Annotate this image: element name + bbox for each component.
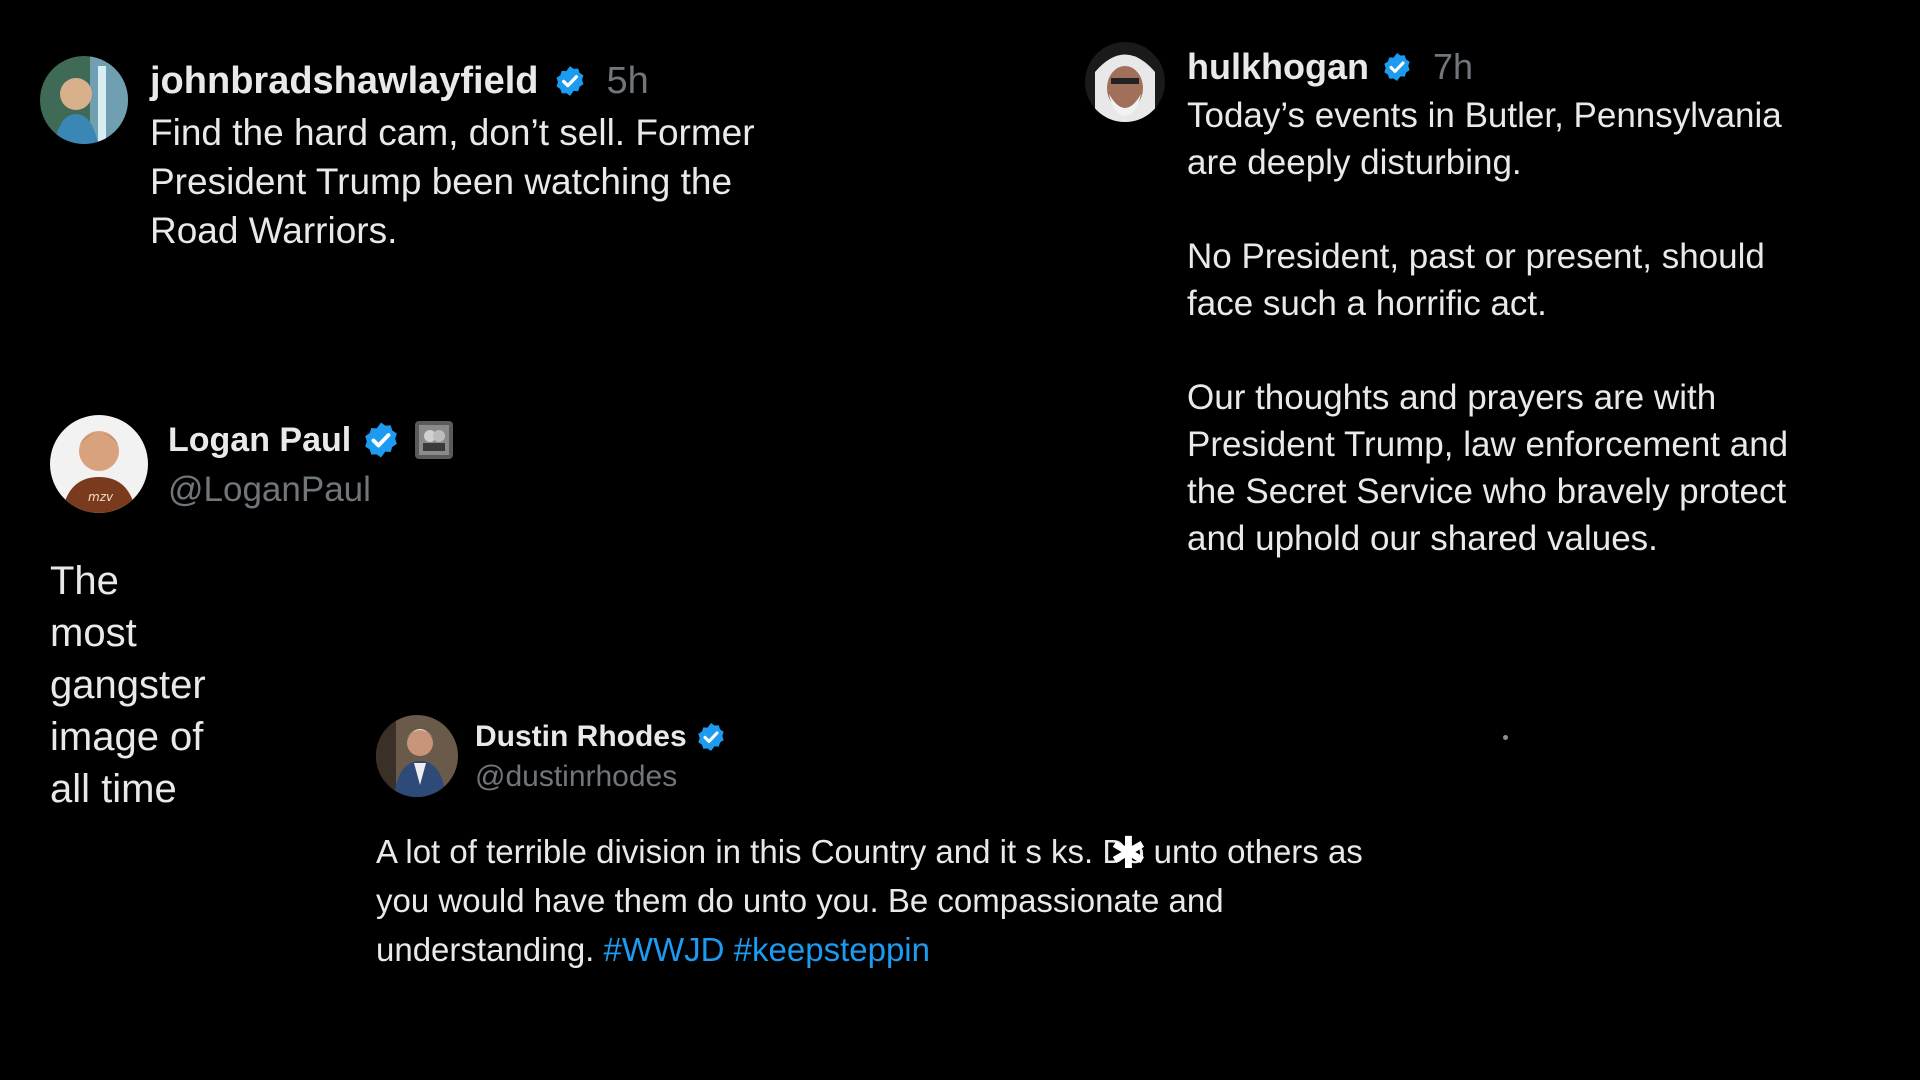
avatar[interactable] xyxy=(376,715,458,797)
avatar[interactable]: mzv xyxy=(50,415,148,513)
post-time[interactable]: 5h xyxy=(607,60,649,103)
svg-text:mzv: mzv xyxy=(88,490,114,504)
post-text: The most gangster image of all time xyxy=(50,559,206,811)
verified-badge-icon xyxy=(361,420,401,460)
post-time[interactable]: 7h xyxy=(1433,46,1473,88)
dot-artifact xyxy=(1503,735,1508,740)
user-handle[interactable]: @dustinrhodes xyxy=(475,760,677,794)
hashtag-links[interactable]: #WWJD #keepsteppin xyxy=(604,931,930,968)
username[interactable]: johnbradshawlayfield xyxy=(150,60,539,103)
user-handle[interactable]: @LoganPaul xyxy=(168,470,371,510)
affiliate-badge-icon[interactable] xyxy=(415,421,454,459)
avatar[interactable] xyxy=(1085,42,1165,122)
post-text: Find the hard cam, don’t sell. Former Pr… xyxy=(150,112,755,251)
verified-badge-icon xyxy=(553,64,587,98)
avatar[interactable] xyxy=(40,56,128,144)
username[interactable]: hulkhogan xyxy=(1187,46,1369,88)
verified-badge-icon xyxy=(1381,51,1413,83)
asterisk-cursor-icon: ✱ xyxy=(1110,828,1147,879)
post-text: A lot of terrible division in this Count… xyxy=(376,827,1526,974)
display-name[interactable]: Dustin Rhodes xyxy=(475,720,687,754)
display-name[interactable]: Logan Paul xyxy=(168,421,351,460)
post-text: Today’s events in Butler, Pennsylvania a… xyxy=(1187,96,1789,558)
verified-badge-icon xyxy=(695,721,727,753)
